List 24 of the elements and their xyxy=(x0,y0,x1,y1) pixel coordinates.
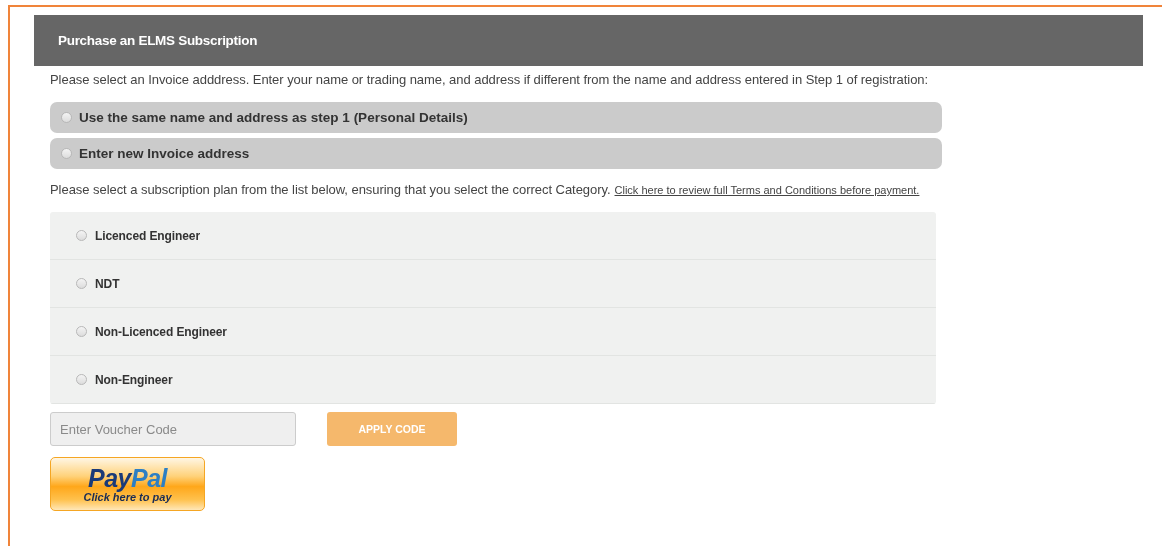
option-label: NDT xyxy=(95,276,120,291)
option-label: Non-Engineer xyxy=(95,372,173,387)
plan-option-row[interactable]: Non-Engineer xyxy=(50,356,936,404)
instruction-text: Please select an Invoice adddress. Enter your name or trading name, and address if different from the name and address entered in Step 1 of registration: xyxy=(50,72,930,87)
terms-link[interactable]: Click here to review full Terms and Conditions before payment. xyxy=(614,184,920,196)
radio-button[interactable] xyxy=(76,326,87,337)
radio-option-bar[interactable]: Enter new Invoice address xyxy=(50,138,942,169)
radio-button[interactable] xyxy=(76,278,87,289)
panel-title: Purchase an ELMS Subscription xyxy=(58,33,258,48)
plan-option-row[interactable]: NDT xyxy=(50,260,936,308)
radio-option-bar[interactable]: Use the same name and address as step 1 (Personal Details) xyxy=(50,102,942,133)
option-label: Enter new Invoice address xyxy=(79,146,250,161)
voucher-code-field[interactable]: Enter Voucher Code xyxy=(50,412,296,446)
instruction-text: Please select a subscription plan from the list below, ensuring that you select the correct Category. xyxy=(50,182,611,197)
option-label: Use the same name and address as step 1 (Personal Details) xyxy=(79,110,468,125)
option-label: Licenced Engineer xyxy=(95,228,200,243)
paypal-button[interactable]: PayPal Click here to pay xyxy=(50,457,205,511)
plan-option-row[interactable]: Licenced Engineer xyxy=(50,212,936,260)
option-label: Non-Licenced Engineer xyxy=(95,324,227,339)
radio-button[interactable] xyxy=(76,230,87,241)
radio-button[interactable] xyxy=(76,374,87,385)
radio-button[interactable] xyxy=(61,148,72,159)
plan-option-row[interactable]: Non-Licenced Engineer xyxy=(50,308,936,356)
radio-button[interactable] xyxy=(61,112,72,123)
